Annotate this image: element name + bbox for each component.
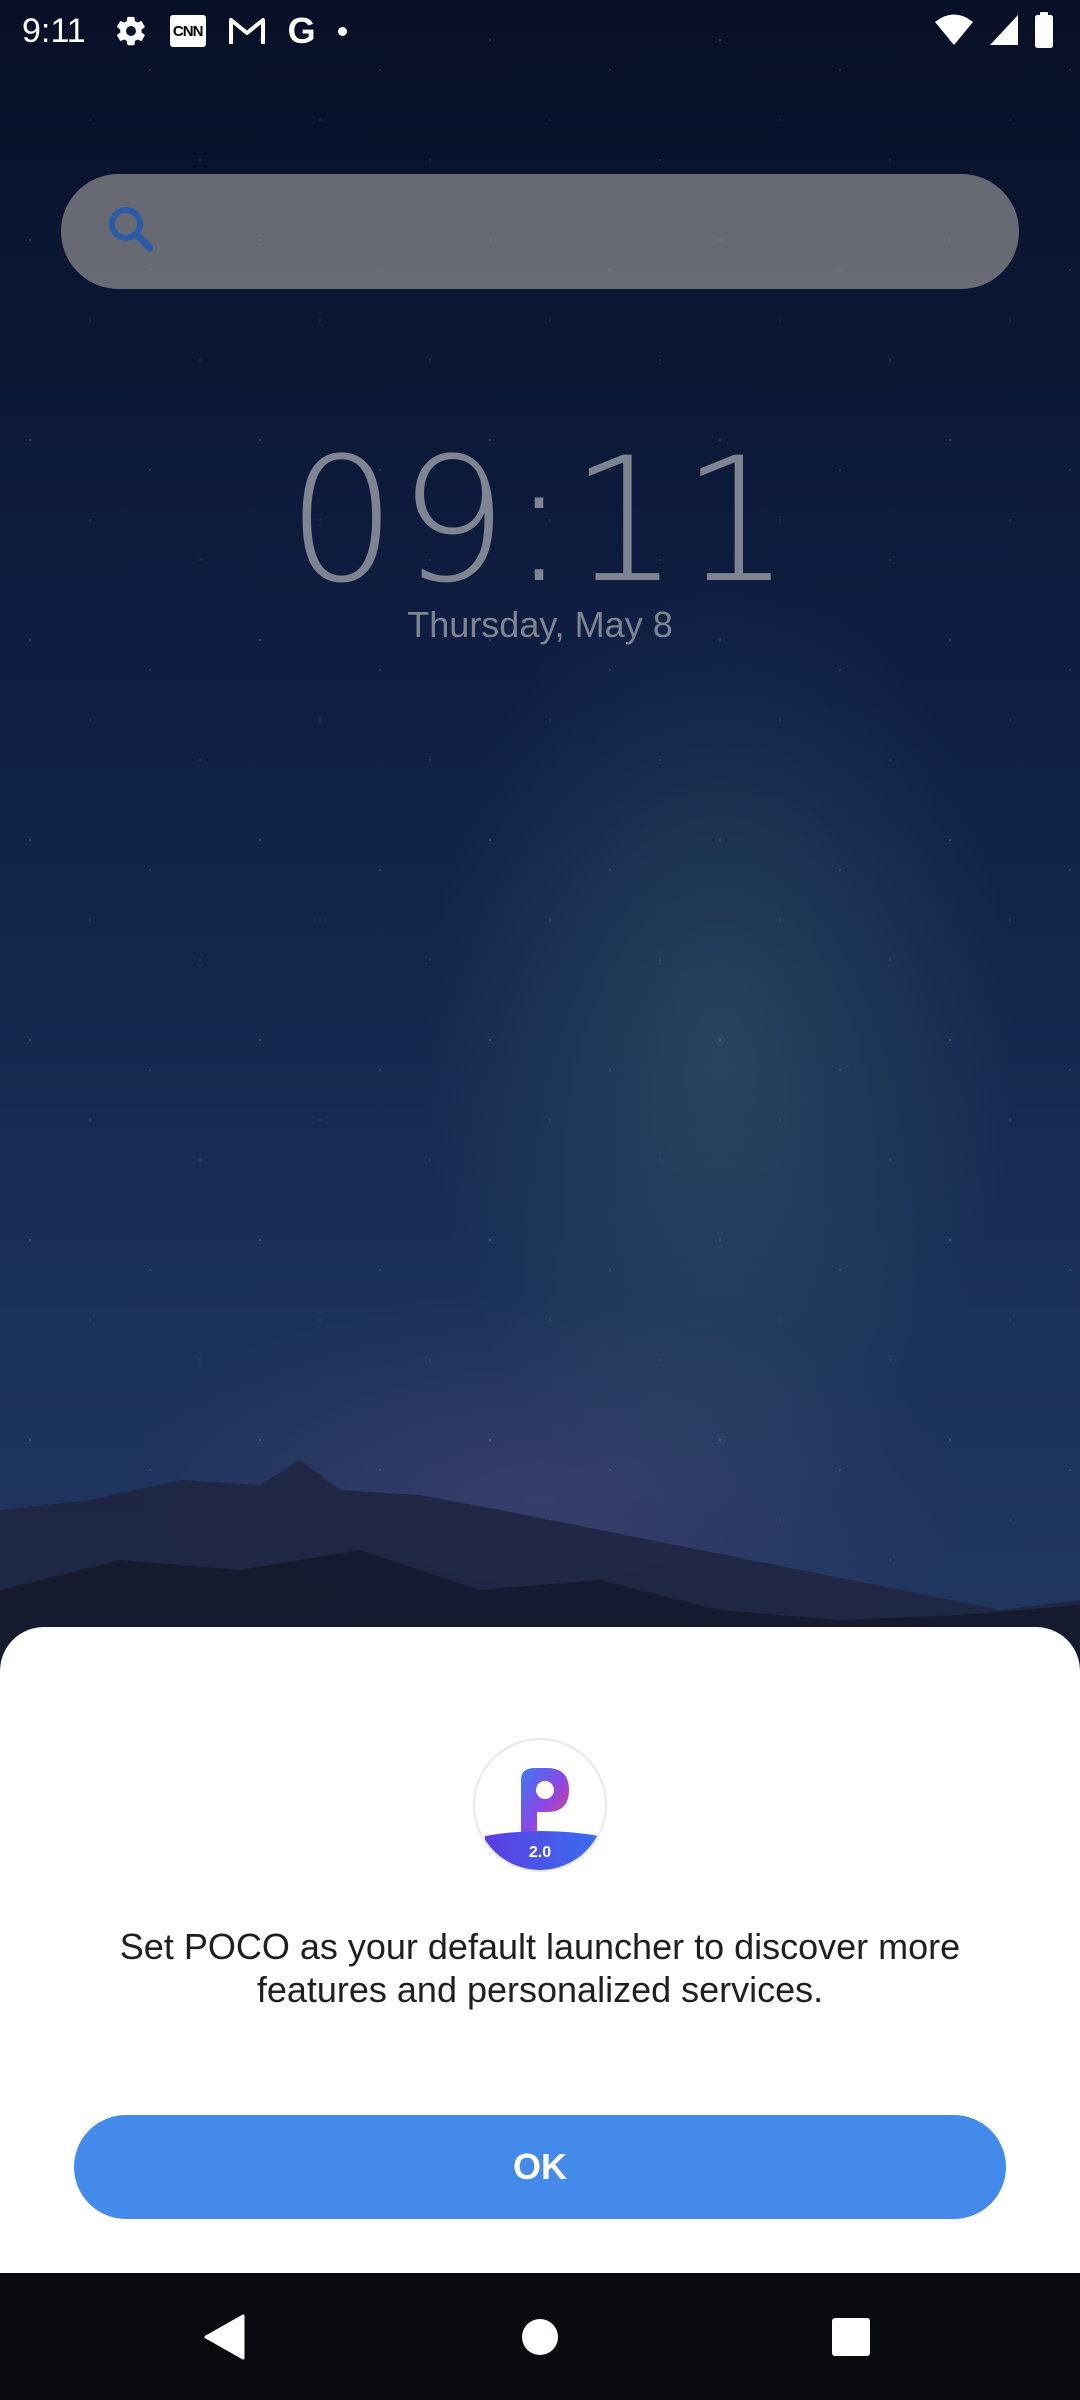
back-icon bbox=[204, 2314, 245, 2359]
battery-icon bbox=[1034, 12, 1054, 48]
signal-icon bbox=[988, 13, 1020, 47]
status-bar: 9:11 CNN G bbox=[0, 0, 1080, 62]
clock-time[interactable]: 09:11 bbox=[0, 420, 1080, 621]
home-button[interactable] bbox=[460, 2273, 620, 2400]
cnn-icon: CNN bbox=[169, 15, 206, 47]
back-button[interactable] bbox=[145, 2273, 305, 2400]
ok-button[interactable]: OK bbox=[74, 2115, 1006, 2219]
wifi-icon bbox=[934, 13, 974, 47]
home-icon bbox=[522, 2318, 558, 2355]
search-bar[interactable] bbox=[61, 174, 1019, 289]
search-icon bbox=[105, 203, 157, 260]
google-icon: G bbox=[287, 10, 316, 51]
clock-date[interactable]: Thursday, May 8 bbox=[0, 604, 1080, 646]
gear-icon bbox=[114, 14, 148, 48]
dot-icon bbox=[337, 26, 347, 36]
dialog-message: Set POCO as your default launcher to dis… bbox=[119, 1926, 961, 2010]
system-icons bbox=[934, 12, 1054, 48]
navigation-bar bbox=[0, 2273, 1080, 2400]
recents-icon bbox=[832, 2317, 870, 2356]
logo-version-label: 2.0 bbox=[528, 1844, 552, 1861]
default-launcher-dialog: 2.0 Set POCO as your default launcher to… bbox=[0, 1627, 1080, 2273]
gmail-icon bbox=[228, 16, 266, 46]
recents-button[interactable] bbox=[771, 2273, 931, 2400]
notification-icons: CNN G bbox=[114, 13, 347, 49]
status-time: 9:11 bbox=[22, 11, 86, 50]
poco-launcher-logo: 2.0 bbox=[473, 1738, 607, 1872]
